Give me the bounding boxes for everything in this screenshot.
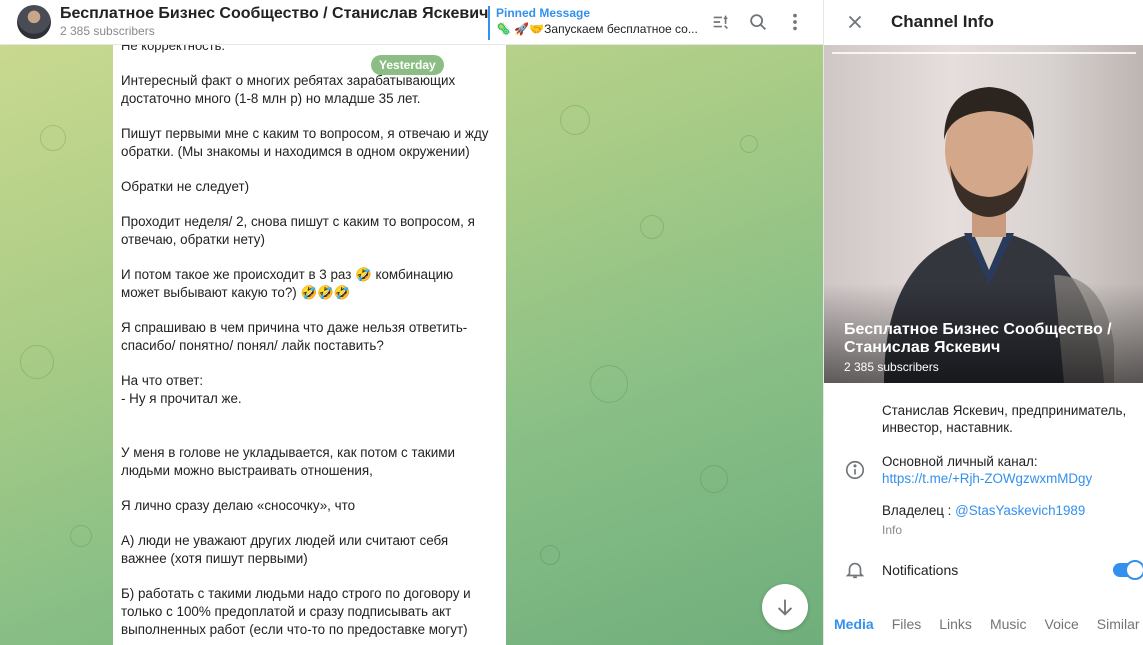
channel-photo[interactable]: Бесплатное Бизнес Сообщество / Станислав…	[824, 45, 1143, 383]
pinned-message-text: 🦠 🚀🤝Запускаем бесплатное со...	[496, 22, 698, 36]
channel-info-panel: Channel Info Бесплатное Бизнес Сообществ…	[823, 0, 1143, 645]
message-paragraph: А) люди не уважают других людей или счит…	[121, 533, 449, 566]
bell-icon	[844, 559, 866, 581]
message-bubble[interactable]: Не корректность. Интересный факт о многи…	[113, 45, 506, 645]
message-paragraph: Проходит неделя/ 2, снова пишут с каким …	[121, 214, 475, 247]
info-circle-icon	[844, 459, 866, 481]
owner-label: Владелец :	[882, 503, 956, 518]
photo-progress-line	[832, 52, 1136, 54]
photo-channel-name: Бесплатное Бизнес Сообщество / Станислав…	[844, 321, 1112, 356]
tab-music[interactable]: Music	[980, 605, 1035, 645]
chat-header: Бесплатное Бизнес Сообщество / Станислав…	[0, 0, 823, 45]
tab-links[interactable]: Links	[929, 605, 980, 645]
message-paragraph: Я лично сразу делаю «сносочку», что	[121, 498, 356, 513]
arrow-down-icon	[777, 599, 793, 616]
pinned-message[interactable]: Pinned Message 🦠 🚀🤝Запускаем бесплатное …	[488, 6, 698, 40]
tab-voice[interactable]: Voice	[1035, 605, 1087, 645]
pinned-message-label: Pinned Message	[496, 6, 591, 20]
channel-avatar[interactable]	[17, 5, 51, 39]
channel-link-label: Основной личный канал:	[882, 454, 1038, 469]
message-paragraph: Я спрашиваю в чем причина что даже нельз…	[121, 320, 468, 353]
subscriber-count: 2 385 subscribers	[60, 24, 155, 38]
close-icon[interactable]	[844, 11, 866, 33]
channel-link[interactable]: https://t.me/+Rjh-ZOWgzwxmMDgy	[882, 470, 1143, 487]
info-caption: Info	[882, 523, 903, 537]
more-options-icon[interactable]	[784, 11, 806, 33]
message-paragraph: Б) работать с такими людьми надо строго …	[121, 586, 471, 637]
message-paragraph: И потом такое же происходит в 3 раз 🤣 ко…	[121, 267, 454, 300]
message-paragraph: На что ответ: - Ну я прочитал же.	[121, 373, 242, 406]
notifications-toggle[interactable]	[1113, 560, 1143, 580]
notifications-label: Notifications	[882, 562, 959, 578]
photo-subscriber-count: 2 385 subscribers	[844, 360, 939, 374]
date-separator: Yesterday	[371, 55, 444, 75]
message-text: Интересный факт о многих ребятах зарабат…	[121, 72, 490, 639]
message-paragraph: Пишут первыми мне с каким то вопросом, я…	[121, 126, 489, 159]
owner-line: Владелец : @StasYaskevich1989	[882, 502, 1143, 519]
tab-media[interactable]: Media	[824, 605, 882, 645]
info-title: Channel Info	[891, 12, 994, 31]
toggle-knob	[1125, 560, 1143, 580]
search-icon[interactable]	[747, 11, 769, 33]
channel-info-block[interactable]: Основной личный канал: https://t.me/+Rjh…	[882, 453, 1143, 539]
info-header: Channel Info	[824, 0, 1143, 45]
owner-link[interactable]: @StasYaskevich1989	[955, 503, 1085, 518]
chat-title[interactable]: Бесплатное Бизнес Сообщество / Станислав…	[60, 5, 488, 23]
pinned-list-icon[interactable]	[710, 11, 732, 33]
channel-description: Станислав Яскевич, предприниматель, инве…	[882, 403, 1127, 435]
scroll-down-button[interactable]	[762, 584, 808, 630]
message-text-cut: Не корректность.	[121, 45, 226, 53]
message-paragraph: Обратки не следует)	[121, 179, 250, 194]
message-paragraph: У меня в голове не укладывается, как пот…	[121, 445, 455, 478]
tab-similar[interactable]: Similar	[1087, 605, 1143, 645]
tab-files[interactable]: Files	[882, 605, 930, 645]
media-tabs: Media Files Links Music Voice Similar	[824, 605, 1143, 645]
message-paragraph: Интересный факт о многих ребятах зарабат…	[121, 73, 456, 106]
